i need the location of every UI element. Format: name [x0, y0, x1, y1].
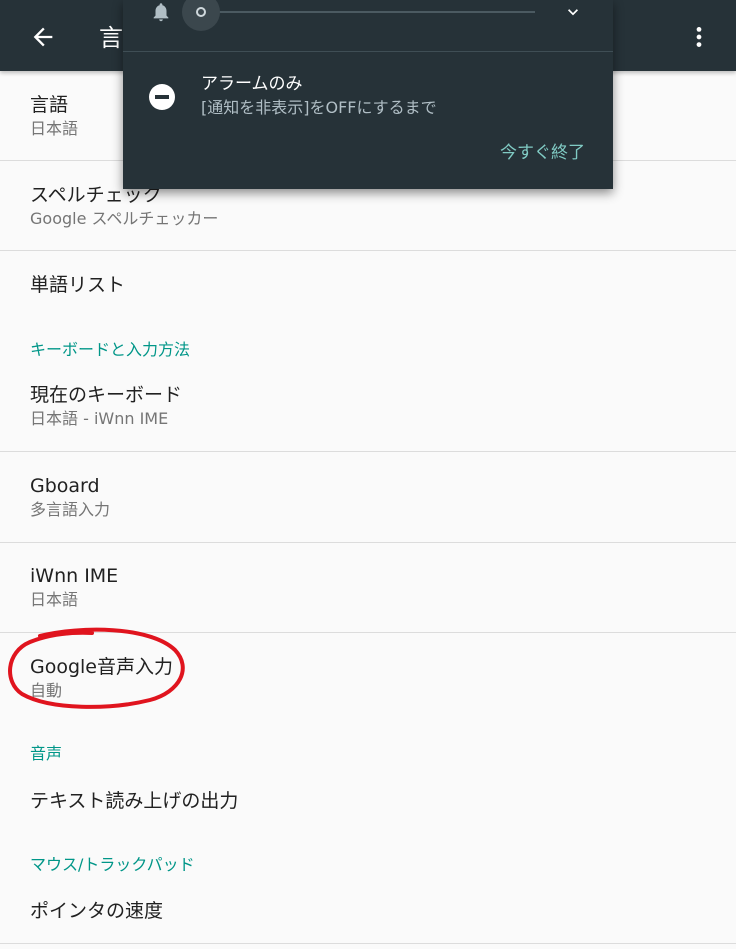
- setting-iwnn-ime[interactable]: iWnn IME 日本語: [0, 543, 736, 633]
- end-now-button[interactable]: 今すぐ終了: [500, 141, 585, 165]
- setting-language-title: 言語: [30, 94, 69, 116]
- slider-thumb-dot: [196, 7, 206, 17]
- setting-pointer-speed[interactable]: ポインタの速度: [0, 881, 736, 949]
- setting-iwnn-ime-title: iWnn IME: [30, 565, 119, 587]
- bell-icon: [153, 3, 169, 22]
- arrow-back-icon[interactable]: [29, 23, 57, 51]
- setting-google-voice-input[interactable]: Google音声入力 自動: [0, 633, 736, 723]
- setting-gboard[interactable]: Gboard 多言語入力: [0, 452, 736, 542]
- chevron-down-icon[interactable]: [560, 2, 586, 22]
- volume-slider-thumb[interactable]: [182, 0, 220, 31]
- volume-slider-track[interactable]: [201, 11, 535, 13]
- category-speech: 音声: [30, 744, 63, 763]
- setting-current-keyboard[interactable]: 現在のキーボード 日本語 - iWnn IME: [0, 361, 736, 451]
- divider: [0, 943, 736, 944]
- setting-word-list[interactable]: 単語リスト: [0, 251, 736, 321]
- setting-word-list-title: 単語リスト: [30, 274, 126, 296]
- setting-language-summary: 日本語: [30, 119, 79, 138]
- do-not-disturb-panel: アラームのみ [通知を非表示]をOFFにするまで 今すぐ終了: [123, 0, 613, 189]
- setting-tts-output-title: テキスト読み上げの出力: [30, 790, 239, 812]
- setting-current-keyboard-title: 現在のキーボード: [30, 384, 183, 406]
- setting-gboard-summary: 多言語入力: [30, 500, 111, 519]
- setting-spell-check-summary: Google スペルチェッカー: [30, 209, 219, 228]
- setting-tts-output[interactable]: テキスト読み上げの出力: [0, 771, 736, 831]
- more-vert-icon[interactable]: [686, 22, 712, 52]
- category-mouse-trackpad: マウス/トラックパッド: [30, 855, 195, 874]
- dnd-mode-label: アラームのみ: [201, 74, 303, 94]
- category-keyboard: キーボードと入力方法: [30, 340, 191, 359]
- do-not-disturb-icon: [149, 84, 175, 110]
- panel-divider: [123, 51, 613, 52]
- setting-google-voice-input-summary: 自動: [30, 681, 63, 700]
- dnd-mode-detail: [通知を非表示]をOFFにするまで: [201, 98, 437, 117]
- setting-iwnn-ime-summary: 日本語: [30, 590, 79, 609]
- setting-google-voice-input-title: Google音声入力: [30, 656, 174, 678]
- setting-current-keyboard-summary: 日本語 - iWnn IME: [30, 409, 169, 428]
- setting-pointer-speed-title: ポインタの速度: [30, 900, 164, 922]
- settings-screen: 言語と入力 言語 日本語 スペルチェック Google スペルチェッカー 単語リ…: [0, 0, 736, 949]
- setting-gboard-title: Gboard: [30, 475, 100, 497]
